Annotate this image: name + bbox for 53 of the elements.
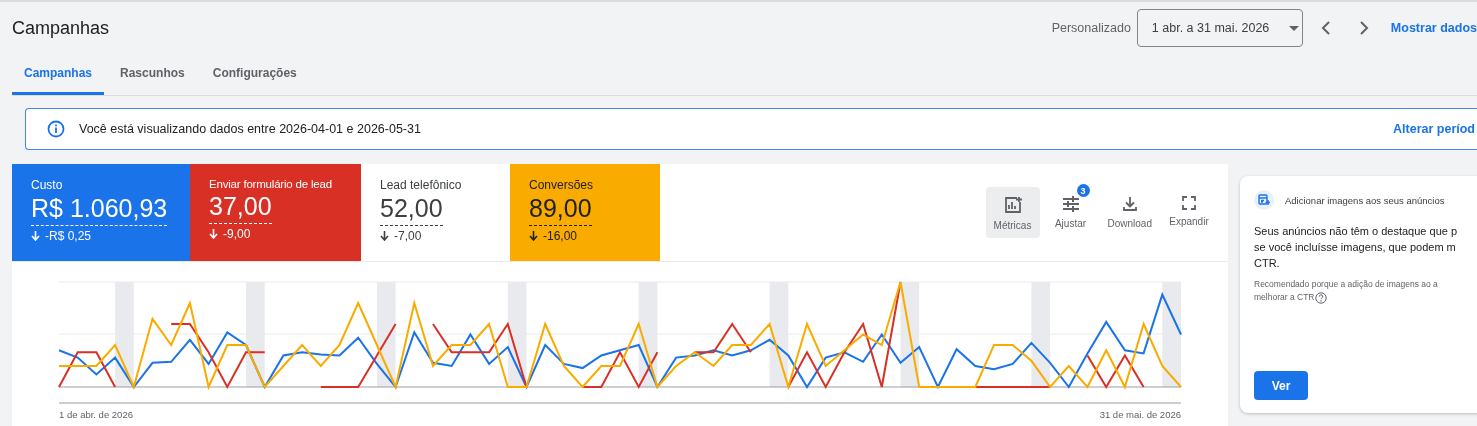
help-icon[interactable] xyxy=(1315,291,1328,304)
chart-plus-icon xyxy=(1003,196,1022,214)
toolbar-button[interactable]: 3 Ajustar xyxy=(1043,187,1098,238)
metric-value: 52,00 xyxy=(380,192,443,226)
arrow-down-icon xyxy=(529,231,538,241)
caret-icon xyxy=(1289,25,1300,31)
change-period-link[interactable]: Alterar períod xyxy=(1393,122,1475,136)
metric-label: Conversões xyxy=(529,178,595,192)
recommendation-title: Adicionar imagens aos seus anúncios xyxy=(1285,194,1445,206)
info-text: Você está visualizando dados entre 2026-04-01 e 2026-05-31 xyxy=(79,122,422,136)
metric-scorecard[interactable]: Conversões 89,00 -16,00 xyxy=(510,164,660,261)
metric-value: 37,00 xyxy=(209,190,272,224)
arrow-down-icon xyxy=(380,231,389,241)
info-icon xyxy=(47,120,65,138)
image-add-icon xyxy=(1254,190,1274,210)
date-range-dropdown[interactable]: 1 abr. a 31 mai. 2026 xyxy=(1136,9,1303,47)
metric-change: -9,00 xyxy=(223,227,251,241)
recommendation-reason: melhorar a CTR xyxy=(1254,291,1315,304)
metric-scorecard[interactable]: Enviar formulário de lead 37,00 -9,00 xyxy=(190,164,361,261)
axis-end-label: 31 de mai. de 2026 xyxy=(1099,409,1181,420)
date-preset-label: Personalizado xyxy=(1051,21,1131,35)
show-data-link[interactable]: Mostrar dados xyxy=(1390,21,1477,35)
recommendation-text: CTR. xyxy=(1254,256,1281,271)
metric-change: -16,00 xyxy=(543,229,578,243)
recommendation-text: se você incluísse imagens, que podem m xyxy=(1254,240,1457,255)
metric-change: -7,00 xyxy=(394,229,422,243)
chevron-left-icon[interactable] xyxy=(1320,20,1331,36)
metric-scorecard[interactable]: Lead telefônico 52,00 -7,00 xyxy=(361,164,510,261)
tab[interactable]: Campanhas xyxy=(12,54,105,95)
toolbar-button[interactable]: Métricas xyxy=(985,187,1040,238)
axis-start-label: 1 de abr. de 2026 xyxy=(59,409,133,420)
view-button[interactable]: Ver xyxy=(1254,371,1308,400)
recommendation-text: Seus anúncios não têm o destaque que p xyxy=(1254,224,1459,239)
tab[interactable]: Rascunhos xyxy=(108,54,197,95)
arrow-down-icon xyxy=(31,231,40,241)
toolbar-button[interactable]: Download xyxy=(1101,187,1158,238)
metric-value: R$ 1.060,93 xyxy=(31,192,168,226)
sliders-icon xyxy=(1061,196,1080,212)
metric-label: Custo xyxy=(31,178,64,192)
metric-value: 89,00 xyxy=(529,192,592,226)
arrow-down-icon xyxy=(209,229,218,239)
download-icon xyxy=(1121,196,1138,212)
recommendation-reason: Recomendado porque a adição de imagens ao a xyxy=(1254,278,1438,291)
chevron-right-icon[interactable] xyxy=(1358,20,1369,36)
tab[interactable]: Configurações xyxy=(200,54,309,95)
metric-label: Enviar formulário de lead xyxy=(209,178,333,190)
metric-change: -R$ 0,25 xyxy=(45,229,92,243)
metric-scorecard[interactable]: Custo R$ 1.060,93 -R$ 0,25 xyxy=(12,164,190,261)
fullscreen-icon xyxy=(1182,196,1196,210)
toolbar-button[interactable]: Expandir xyxy=(1162,187,1216,238)
page-title: Campanhas xyxy=(12,17,110,39)
count-badge: 3 xyxy=(1076,184,1090,197)
metric-label: Lead telefônico xyxy=(380,178,463,192)
